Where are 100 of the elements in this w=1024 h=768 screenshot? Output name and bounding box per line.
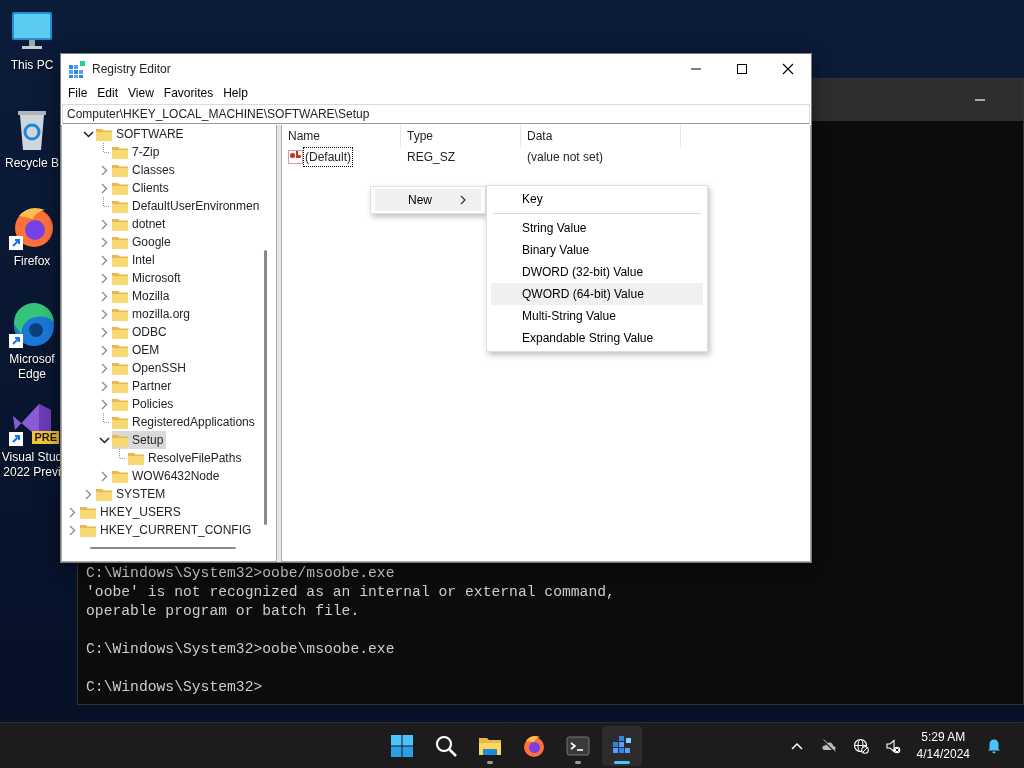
tree-item[interactable]: SOFTWARE	[96, 125, 187, 143]
icon-label[interactable]: Firefox	[13, 254, 51, 269]
tree-item[interactable]: Microsoft	[112, 269, 184, 287]
tree-item-label: HKEY_USERS	[100, 504, 181, 521]
folder-icon	[112, 217, 128, 231]
tree-item-label: 7-Zip	[132, 144, 160, 161]
icon-label[interactable]: This PC	[10, 58, 54, 73]
tree-item[interactable]: dotnet	[112, 215, 169, 233]
tree-item-label: Intel	[132, 252, 155, 269]
console-line: C:\Windows\System32>oobe\msoobe.exe	[86, 640, 396, 659]
tree-item-label: Google	[132, 234, 171, 251]
tree-item-label: OpenSSH	[132, 360, 187, 377]
chevron-right-icon	[100, 362, 108, 374]
folder-icon	[96, 127, 112, 141]
tree-item[interactable]: Intel	[112, 251, 158, 269]
chevron-right-icon	[68, 506, 76, 518]
menu-item[interactable]: Key	[491, 188, 703, 210]
globe-icon	[852, 738, 869, 754]
scrollbar[interactable]	[90, 547, 236, 549]
tree-item[interactable]: Partner	[112, 377, 175, 395]
tree-item[interactable]: HKEY_CURRENT_CONFIG	[80, 521, 255, 539]
taskbar-button[interactable]	[602, 726, 642, 766]
console-line: C:\Windows\System32>oobe/msoobe.exe	[86, 564, 396, 583]
tree-item[interactable]: HKEY_USERS	[80, 503, 184, 521]
clock[interactable]: 5:29 AM 4/14/2024	[908, 729, 978, 763]
speaker-muted-icon	[884, 738, 901, 754]
value-type: REG_SZ	[406, 149, 456, 166]
tree-item[interactable]: ODBC	[112, 323, 170, 341]
tree-item-label: Classes	[132, 162, 175, 179]
tree-item-label: DefaultUserEnvironmen	[132, 198, 260, 215]
chevron-down-icon	[98, 436, 110, 444]
tree-item-label: Microsoft	[132, 270, 181, 287]
terminal-icon	[566, 734, 590, 758]
folder-icon	[112, 397, 128, 411]
icon-label[interactable]: Recycle B	[5, 156, 59, 171]
string-value-icon	[288, 150, 303, 164]
tree-item[interactable]: WOW6432Node	[112, 467, 223, 485]
chevron-right-icon	[100, 236, 108, 248]
value-name[interactable]: (Default)	[304, 148, 352, 166]
icon-label[interactable]: Edge	[18, 367, 46, 382]
scrollbar[interactable]	[264, 250, 267, 525]
tree-item-label: SYSTEM	[116, 486, 166, 503]
tree-item[interactable]: ResolveFilePaths	[128, 449, 245, 467]
start-icon	[390, 734, 414, 758]
tree-item[interactable]: OpenSSH	[112, 359, 190, 377]
menu-item[interactable]: New	[375, 189, 481, 211]
chevron-right-icon	[100, 470, 108, 482]
folder-icon	[112, 433, 128, 447]
chevron-right-icon	[100, 290, 108, 302]
tree-item[interactable]: 7-Zip	[112, 143, 163, 161]
search-icon	[434, 734, 458, 758]
chevron-right-icon	[100, 308, 108, 320]
tree-item-label: mozilla.org	[132, 306, 191, 323]
icon-label[interactable]: 2022 Previ	[3, 465, 61, 480]
folder-icon	[112, 361, 128, 375]
chevron-right-icon	[100, 272, 108, 284]
bell-icon	[986, 738, 1002, 754]
tree-item-label: WOW6432Node	[132, 468, 220, 485]
firefox-icon	[522, 734, 546, 758]
menu-item[interactable]: QWORD (64-bit) Value	[491, 283, 703, 305]
address-bar[interactable]: Computer\HKEY_LOCAL_MACHINE\SOFTWARE\Setup	[62, 104, 810, 124]
menu-item[interactable]: DWORD (32-bit) Value	[491, 261, 703, 283]
tree-item-label: SOFTWARE	[116, 126, 184, 143]
close-icon	[782, 62, 794, 75]
icon-label[interactable]: Microsof	[9, 352, 55, 367]
menu-item[interactable]: Help	[218, 84, 253, 102]
tree-item[interactable]: DefaultUserEnvironmen	[112, 197, 263, 215]
chevron-right-icon	[100, 182, 108, 194]
menu-item[interactable]: Expandable String Value	[491, 327, 703, 349]
menu-item[interactable]: Favorites	[158, 84, 219, 102]
column-header[interactable]: Type	[401, 125, 521, 147]
tree-item-label: Partner	[132, 378, 172, 395]
value-data: (value not set)	[526, 149, 605, 166]
tree-item[interactable]: RegisteredApplications	[112, 413, 258, 431]
menu-item[interactable]: File	[63, 84, 93, 102]
folder-icon	[80, 523, 96, 537]
column-header[interactable]: Data	[521, 125, 681, 147]
folder-icon	[112, 163, 128, 177]
tree-item[interactable]: Classes	[112, 161, 178, 179]
menu-item[interactable]: Multi-String Value	[491, 305, 703, 327]
tree-item[interactable]: Mozilla	[112, 287, 173, 305]
tree-item[interactable]: Setup	[112, 431, 167, 449]
menu-item[interactable]: String Value	[491, 217, 703, 239]
console-line: 'oobe' is not recognized as an internal or external command,	[86, 583, 616, 602]
tree-item-label: Clients	[132, 180, 169, 197]
folder-icon	[112, 325, 128, 339]
tree-item[interactable]: Google	[112, 233, 174, 251]
folder-icon	[96, 487, 112, 501]
tree-item-label: dotnet	[132, 216, 166, 233]
tree-item[interactable]: Policies	[112, 395, 177, 413]
tree-item[interactable]: OEM	[112, 341, 163, 359]
menu-item[interactable]: Binary Value	[491, 239, 703, 261]
menu-item[interactable]: Edit	[92, 84, 124, 102]
tree-item[interactable]: Clients	[112, 179, 172, 197]
chevron-right-icon	[68, 524, 76, 536]
cloud-off-icon	[820, 738, 837, 754]
menu-item[interactable]: View	[123, 84, 159, 102]
tree-item[interactable]: mozilla.org	[112, 305, 194, 323]
tree-item[interactable]: SYSTEM	[96, 485, 169, 503]
column-header[interactable]: Name	[282, 125, 401, 147]
